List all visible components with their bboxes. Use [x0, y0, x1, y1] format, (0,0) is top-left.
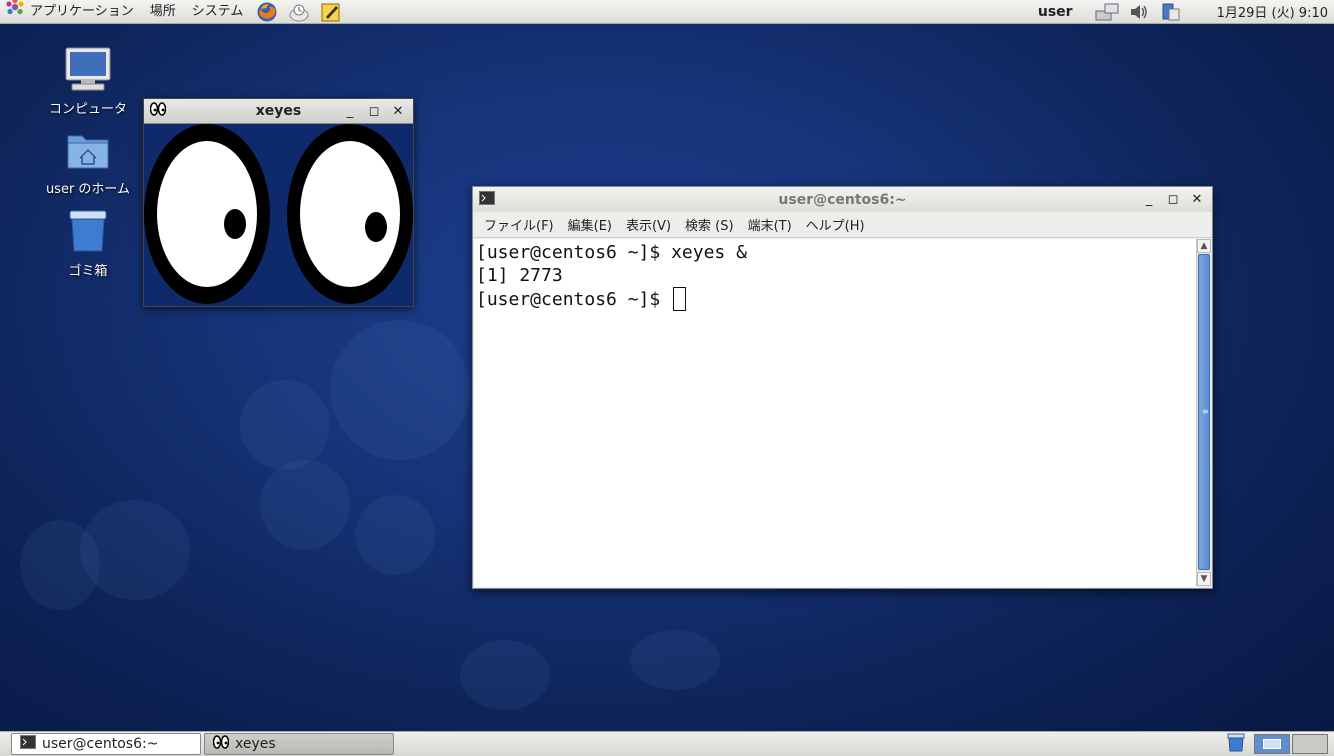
close-icon: ✕: [392, 103, 404, 119]
workspace-2[interactable]: [1292, 734, 1328, 754]
wallpaper-bokeh: [20, 520, 100, 610]
workspace-window-icon: [1263, 739, 1281, 749]
scrollbar-thumb[interactable]: ≡: [1198, 254, 1210, 570]
maximize-icon: ◻: [368, 103, 380, 119]
menu-edit[interactable]: 編集(E): [561, 215, 619, 234]
desktop-icon-trash[interactable]: ゴミ箱: [38, 208, 138, 279]
right-pupil: [365, 212, 387, 242]
wallpaper-bokeh: [330, 320, 470, 460]
menu-help[interactable]: ヘルプ(H): [799, 215, 872, 234]
trash-applet-icon[interactable]: [1226, 732, 1246, 756]
applications-menu[interactable]: アプリケーション: [0, 0, 142, 24]
user-switcher[interactable]: user: [1030, 4, 1091, 20]
menu-file[interactable]: ファイル(F): [477, 215, 561, 234]
terminal-line: [user@centos6 ~]$: [476, 289, 672, 310]
terminal-output[interactable]: [user@centos6 ~]$ xeyes & [1] 2773 [user@c…: [474, 239, 1196, 587]
close-button[interactable]: ✕: [1186, 190, 1208, 210]
minimize-icon: _: [1145, 192, 1153, 207]
chevron-down-icon: ▼: [1200, 574, 1208, 584]
chevron-up-icon: ▲: [1200, 241, 1208, 251]
workspace-switcher: [1254, 734, 1328, 754]
applications-menu-label: アプリケーション: [30, 3, 134, 19]
terminal-titlebar[interactable]: user@centos6:~ _ ◻ ✕: [473, 187, 1212, 212]
xeyes-canvas: [144, 124, 413, 306]
network-icon[interactable]: [1094, 0, 1120, 24]
mail-client-icon[interactable]: [287, 0, 311, 24]
close-icon: ✕: [1191, 192, 1203, 207]
maximize-button[interactable]: ◻: [1162, 190, 1184, 210]
terminal-icon: [20, 735, 36, 753]
left-pupil: [224, 209, 246, 239]
minimize-icon: _: [346, 103, 354, 119]
terminal-window[interactable]: user@centos6:~ _ ◻ ✕ ファイル(F) 編集(E) 表示(V)…: [472, 186, 1213, 589]
wallpaper-bokeh: [460, 640, 550, 710]
taskbar-item-label: user@centos6:~: [42, 736, 159, 752]
grip-icon: ≡: [1202, 407, 1209, 416]
home-folder-icon: [38, 128, 138, 176]
firefox-icon[interactable]: [255, 0, 279, 24]
minimize-button[interactable]: _: [339, 101, 361, 121]
wallpaper-bokeh: [355, 495, 435, 575]
taskbar-item-label: xeyes: [235, 736, 276, 752]
taskbar-item-xeyes[interactable]: xeyes: [204, 733, 394, 755]
terminal-menubar: ファイル(F) 編集(E) 表示(V) 検索 (S) 端末(T) ヘルプ(H): [473, 212, 1212, 238]
update-notifier-icon[interactable]: [1158, 0, 1184, 24]
desktop-icon-label: コンピュータ: [48, 102, 127, 117]
close-button[interactable]: ✕: [387, 101, 409, 121]
volume-icon[interactable]: [1126, 0, 1152, 24]
menu-terminal[interactable]: 端末(T): [741, 215, 799, 234]
xeyes-window[interactable]: xeyes _ ◻ ✕: [143, 98, 414, 307]
clock[interactable]: 1月29日 (火) 9:10: [1187, 2, 1334, 21]
maximize-icon: ◻: [1167, 192, 1179, 207]
taskbar-item-terminal[interactable]: user@centos6:~: [11, 733, 201, 755]
system-menu[interactable]: システム: [184, 0, 252, 24]
bottom-panel: user@centos6:~ xeyes: [0, 731, 1334, 756]
wallpaper-bokeh: [630, 630, 720, 690]
top-panel: アプリケーション 場所 システム user 1月29日 (火) 9:10: [0, 0, 1334, 24]
scroll-up-button[interactable]: ▲: [1197, 239, 1211, 253]
minimize-button[interactable]: _: [1138, 190, 1160, 210]
wallpaper-bokeh: [260, 460, 350, 550]
terminal-title: user@centos6:~: [778, 191, 907, 208]
terminal-prompt-line: [user@centos6 ~]$: [476, 287, 1194, 311]
places-menu[interactable]: 場所: [142, 0, 184, 24]
wallpaper-bokeh: [240, 380, 330, 470]
maximize-button[interactable]: ◻: [363, 101, 385, 121]
trash-icon: [38, 208, 138, 258]
menu-view[interactable]: 表示(V): [619, 215, 678, 234]
terminal-line: [user@centos6 ~]$ xeyes &: [476, 242, 747, 263]
xeyes-icon: [212, 735, 230, 753]
desktop-icon-label: user のホーム: [45, 182, 131, 197]
desktop-icon-computer[interactable]: コンピュータ: [38, 46, 138, 117]
computer-icon: [38, 46, 138, 96]
notes-editor-icon[interactable]: [319, 0, 343, 24]
text-cursor: [673, 287, 687, 311]
workspace-1[interactable]: [1254, 734, 1290, 754]
scroll-down-button[interactable]: ▼: [1197, 572, 1211, 586]
terminal-scrollbar[interactable]: ▲ ≡ ▼: [1196, 239, 1211, 586]
xeyes-titlebar[interactable]: xeyes _ ◻ ✕: [144, 99, 413, 124]
desktop-icon-home[interactable]: user のホーム: [38, 128, 138, 197]
menu-search[interactable]: 検索 (S): [678, 215, 741, 234]
desktop-icon-label: ゴミ箱: [68, 264, 108, 279]
gnome-foot-icon: [4, 0, 26, 26]
terminal-line: [1] 2773: [476, 265, 563, 286]
